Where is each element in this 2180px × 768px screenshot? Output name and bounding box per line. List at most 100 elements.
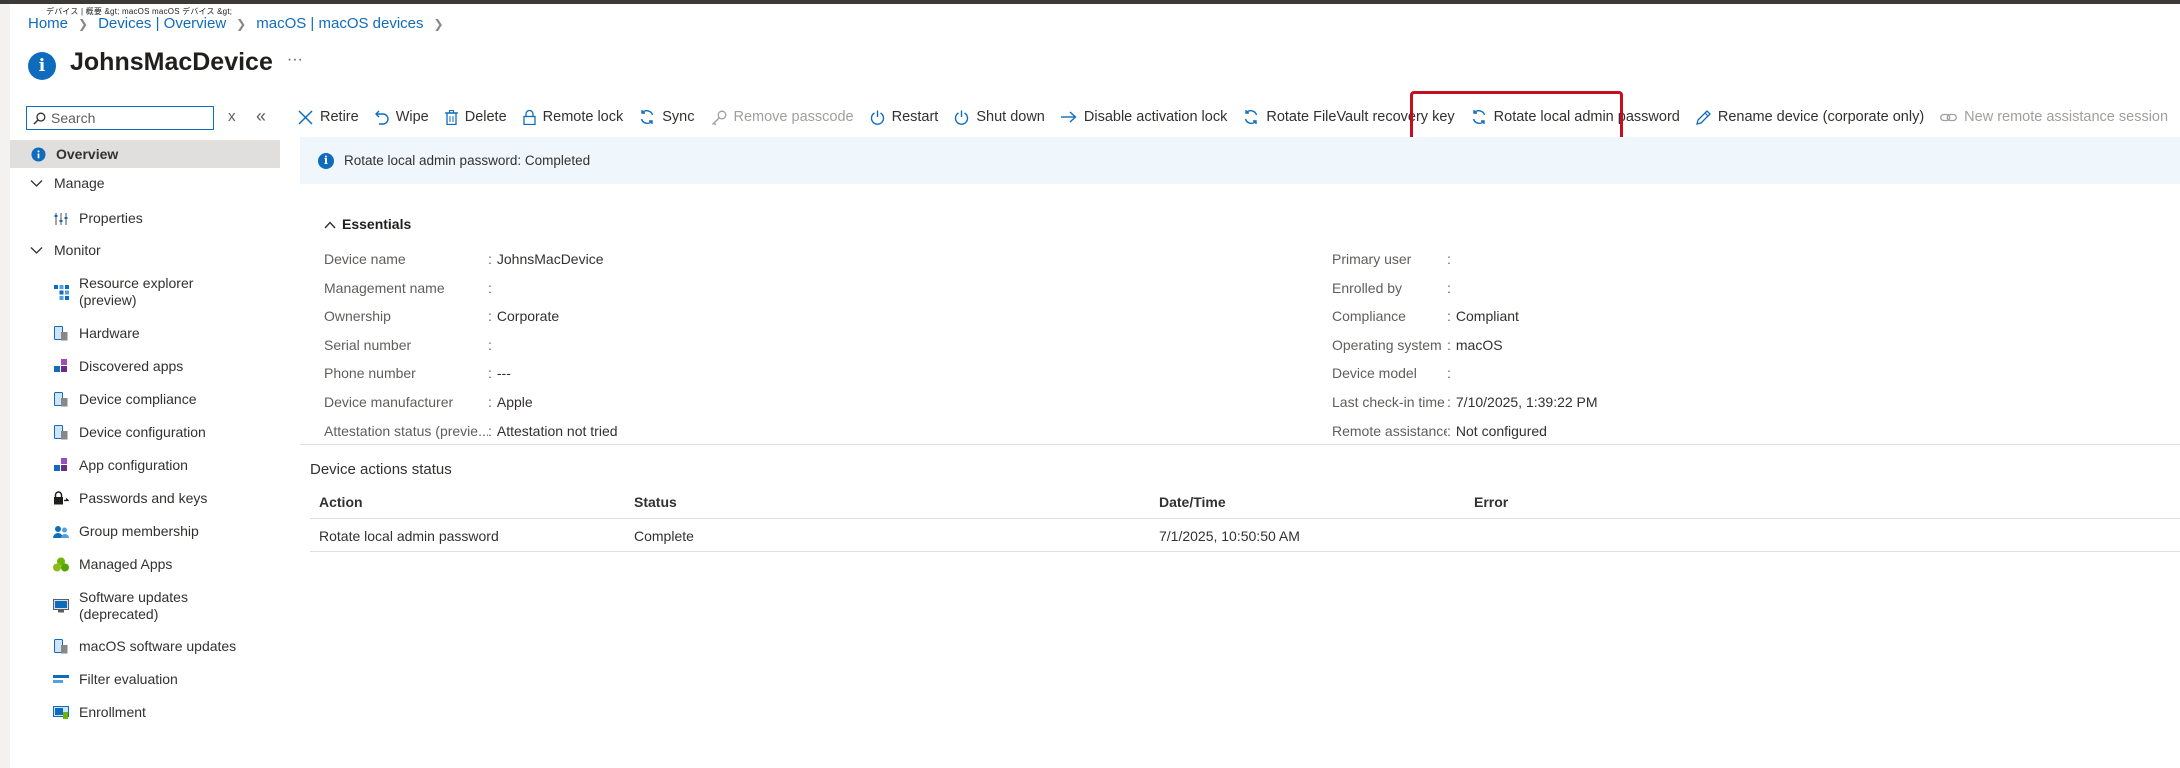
column-header-status[interactable]: Status	[634, 494, 677, 510]
property-label: Primary user	[1332, 251, 1412, 267]
more-options-button[interactable]: ···	[287, 51, 303, 69]
hardware-icon	[53, 326, 69, 342]
property-label: Remote assistance	[1332, 422, 1447, 439]
arrow-right-icon	[1060, 111, 1077, 123]
clear-search-button[interactable]: x	[228, 108, 236, 125]
property-row: Last check-in time:7/10/2025, 1:39:22 PM	[1332, 394, 1598, 410]
cell-datetime: 7/1/2025, 10:50:50 AM	[1159, 528, 1300, 544]
chevron-right-icon: ❯	[236, 16, 247, 31]
sidebar-item-enrollment[interactable]: Enrollment	[53, 704, 146, 721]
delete-button[interactable]: Delete	[444, 109, 507, 125]
property-value: Not configured	[1455, 422, 1547, 439]
software-updates-icon	[53, 598, 69, 614]
sidebar-item-label: Discovered apps	[79, 358, 184, 374]
sidebar-item-device-compliance[interactable]: Device compliance	[53, 391, 197, 408]
left-edge	[0, 4, 10, 768]
property-label: Enrolled by	[1332, 279, 1403, 296]
sidebar-item-software-updates[interactable]: Software updates (deprecated)	[53, 589, 188, 623]
sidebar-item-managed-apps[interactable]: Managed Apps	[53, 556, 172, 573]
property-separator: :	[488, 336, 492, 353]
sync-icon	[1472, 109, 1485, 125]
rotate-local-admin-button[interactable]: Rotate local admin password	[1471, 109, 1680, 125]
rotate-local-admin-label: Rotate local admin password	[1493, 109, 1680, 125]
property-label: Last check-in time	[1332, 394, 1445, 410]
property-label: Device name	[324, 251, 406, 267]
divider	[300, 444, 2180, 445]
essentials-toggle[interactable]: Essentials	[324, 216, 411, 232]
property-separator: :	[1447, 279, 1451, 296]
cell-status: Complete	[634, 528, 694, 544]
properties-icon	[53, 211, 69, 227]
command-bar: Retire Wipe Delete Remote lock Sync Remo…	[298, 106, 2180, 128]
link-icon	[1940, 113, 1958, 121]
trash-icon	[444, 109, 458, 125]
group-icon	[53, 524, 69, 540]
property-row: Enrolled by:	[1332, 280, 1456, 296]
property-separator: :	[1447, 336, 1451, 353]
sidebar-item-group-membership[interactable]: Group membership	[53, 523, 199, 540]
key-icon	[711, 110, 726, 125]
disable-activation-lock-button[interactable]: Disable activation lock	[1060, 109, 1227, 125]
breadcrumb-macos-devices[interactable]: macOS | macOS devices	[256, 15, 423, 32]
rename-device-label: Rename device (corporate only)	[1717, 109, 1925, 125]
property-value: Corporate	[496, 308, 560, 325]
page-header: i JohnsMacDevice ···	[28, 44, 303, 80]
property-label: Device model	[1332, 365, 1417, 382]
sidebar-item-device-configuration[interactable]: Device configuration	[53, 424, 206, 441]
info-icon: i	[318, 152, 334, 169]
retire-button[interactable]: Retire	[298, 109, 359, 125]
managed-apps-icon	[53, 557, 69, 573]
collapse-sidebar-button[interactable]: «	[256, 106, 266, 127]
breadcrumb-home[interactable]: Home	[28, 15, 68, 32]
row-divider	[310, 551, 2180, 552]
new-remote-assistance-button[interactable]: New remote assistance session	[1940, 109, 2168, 125]
column-header-error[interactable]: Error	[1474, 494, 1508, 510]
remote-lock-button[interactable]: Remote lock	[523, 109, 623, 125]
sidebar-item-resource-explorer[interactable]: Resource explorer (preview)	[53, 275, 193, 309]
sidebar-item-label: macOS software updates	[79, 638, 237, 654]
property-label: Ownership	[324, 308, 391, 325]
sidebar-item-app-configuration[interactable]: App configuration	[53, 457, 188, 474]
property-label: Phone number	[324, 365, 416, 382]
macos-updates-icon	[53, 639, 69, 655]
property-row: Device manufacturer: Apple	[324, 394, 533, 410]
property-row: Device model:	[1332, 365, 1456, 381]
shut-down-button[interactable]: Shut down	[954, 109, 1045, 125]
property-separator: :	[1447, 251, 1451, 267]
breadcrumb-devices-overview[interactable]: Devices | Overview	[98, 15, 226, 32]
sync-button[interactable]: Sync	[639, 109, 695, 125]
restart-button[interactable]: Restart	[870, 109, 938, 125]
sidebar-group-label: Manage	[54, 175, 105, 191]
sidebar-item-label: Overview	[56, 145, 119, 162]
property-row: Attestation status (previe...: Attestatio…	[324, 423, 618, 439]
sidebar-group-manage[interactable]: Manage	[30, 175, 105, 192]
rotate-filevault-button[interactable]: Rotate FileVault recovery key	[1243, 109, 1455, 125]
sidebar-item-hardware[interactable]: Hardware	[53, 325, 140, 342]
property-value: Apple	[496, 394, 533, 410]
sidebar-item-discovered-apps[interactable]: Discovered apps	[53, 358, 183, 375]
lock-icon	[53, 491, 69, 507]
property-row: Ownership: Corporate	[324, 308, 559, 324]
sidebar-item-passwords-and-keys[interactable]: Passwords and keys	[53, 490, 207, 507]
sidebar-item-overview[interactable]: Overview	[10, 140, 280, 168]
power-icon	[955, 110, 969, 125]
page-title: JohnsMacDevice	[70, 47, 273, 76]
rename-device-button[interactable]: Rename device (corporate only)	[1695, 109, 1925, 125]
resource-explorer-icon	[53, 284, 69, 300]
remove-passcode-button[interactable]: Remove passcode	[711, 109, 854, 125]
device-configuration-icon	[53, 425, 69, 441]
shut-down-label: Shut down	[976, 109, 1045, 125]
search-input[interactable]	[51, 110, 201, 126]
sidebar-item-filter-evaluation[interactable]: Filter evaluation	[53, 671, 178, 688]
sidebar-item-label: Properties	[79, 210, 143, 226]
info-icon	[30, 146, 46, 162]
column-header-datetime[interactable]: Date/Time	[1159, 494, 1226, 510]
sidebar-item-macos-software-updates[interactable]: macOS software updates	[53, 638, 236, 655]
sidebar-item-properties[interactable]: Properties	[53, 210, 143, 227]
sidebar-group-monitor[interactable]: Monitor	[30, 242, 101, 259]
wipe-button[interactable]: Wipe	[374, 109, 429, 125]
property-separator: :	[488, 422, 492, 439]
discovered-apps-icon	[53, 359, 69, 375]
column-header-action[interactable]: Action	[319, 494, 363, 510]
property-value: Attestation not tried	[496, 422, 618, 439]
